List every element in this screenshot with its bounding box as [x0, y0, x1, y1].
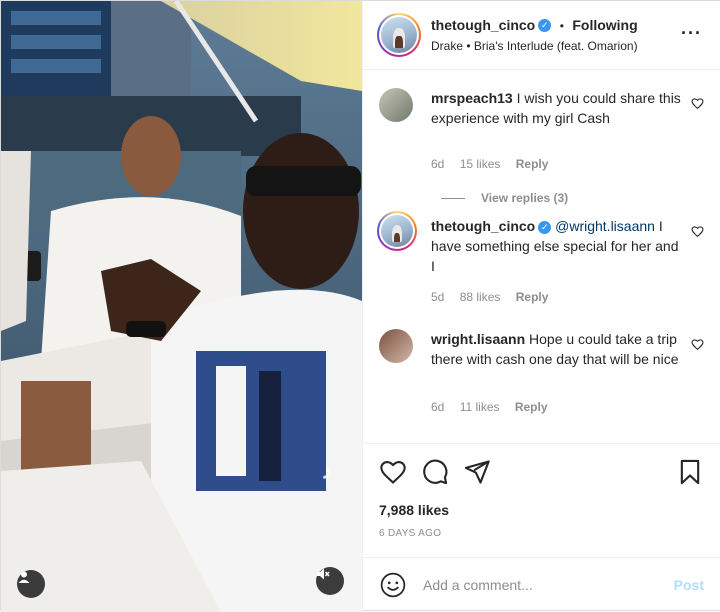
commenter-avatar[interactable] [377, 211, 417, 251]
commenter-avatar[interactable] [379, 329, 413, 363]
user-icon [18, 571, 30, 583]
comment-text: thetough_cinco ✓ @wright.lisaann I have s… [431, 216, 681, 276]
comment-meta: 6d 11 likes Reply [431, 400, 560, 414]
speaker-muted-icon [317, 568, 330, 580]
mute-button[interactable] [316, 567, 344, 595]
comment-likes[interactable]: 11 likes [460, 400, 500, 414]
audio-track[interactable]: Drake • Bria's Interlude (feat. Omarion) [431, 39, 638, 53]
author-line: thetough_cinco ✓ • Following [431, 17, 638, 35]
post-viewer: ♪ thetough_cinco ✓ • Following Drake • B… [0, 0, 720, 612]
comment-input[interactable] [421, 571, 655, 599]
comment-age: 5d [431, 290, 445, 304]
comment-like-icon[interactable] [691, 338, 704, 351]
reply-button[interactable]: Reply [516, 290, 549, 304]
following-button[interactable]: Following [572, 17, 637, 33]
post-header: thetough_cinco ✓ • Following Drake • Bria… [363, 1, 720, 70]
tagged-users-button[interactable] [17, 570, 45, 598]
comment-icon[interactable] [421, 458, 449, 486]
post-actions [363, 443, 720, 498]
like-count[interactable]: 7,988 likes [379, 502, 449, 518]
more-options-icon[interactable]: ··· [681, 23, 702, 44]
emoji-icon[interactable] [380, 572, 406, 598]
bookmark-icon[interactable] [676, 458, 704, 486]
comment-age: 6d [431, 157, 445, 171]
separator-dot: • [559, 19, 564, 33]
verified-icon: ✓ [538, 220, 552, 234]
commenter-username[interactable]: mrspeach13 [431, 90, 513, 106]
commenter-username[interactable]: wright.lisaann [431, 331, 525, 347]
comment-mention[interactable]: @wright.lisaann [555, 218, 655, 234]
author-username[interactable]: thetough_cinco [431, 17, 535, 33]
comment-like-icon[interactable] [691, 225, 704, 238]
comment-likes[interactable]: 88 likes [460, 290, 501, 304]
post-video[interactable]: ♪ [1, 1, 362, 612]
comment-like-icon[interactable] [691, 97, 704, 110]
comment-text: wright.lisaann Hope u could take a trip … [431, 329, 681, 369]
comment-list[interactable]: mrspeach13 I wish you could share this e… [363, 70, 720, 443]
comment-composer: Post [363, 557, 720, 611]
comment-likes[interactable]: 15 likes [460, 157, 501, 171]
comment-age: 6d [431, 400, 445, 414]
commenter-username[interactable]: thetough_cinco [431, 218, 535, 234]
post-comment-button[interactable]: Post [674, 577, 704, 593]
comment-meta: 5d 88 likes Reply [431, 290, 560, 304]
svg-text:♪: ♪ [321, 459, 332, 484]
comment-meta: 6d 15 likes Reply [431, 157, 560, 171]
view-replies-button[interactable]: View replies (3) [441, 191, 568, 205]
reply-button[interactable]: Reply [515, 400, 548, 414]
author-avatar[interactable] [377, 13, 421, 57]
post-timestamp[interactable]: 6 DAYS AGO [379, 528, 441, 539]
reply-button[interactable]: Reply [516, 157, 549, 171]
commenter-avatar[interactable] [379, 88, 413, 122]
post-details-panel: thetough_cinco ✓ • Following Drake • Bria… [362, 1, 720, 610]
heart-icon[interactable] [379, 458, 407, 486]
comment-text: mrspeach13 I wish you could share this e… [431, 88, 681, 128]
verified-icon: ✓ [538, 19, 552, 33]
share-icon[interactable] [463, 458, 491, 486]
video-frame: ♪ [1, 1, 362, 612]
